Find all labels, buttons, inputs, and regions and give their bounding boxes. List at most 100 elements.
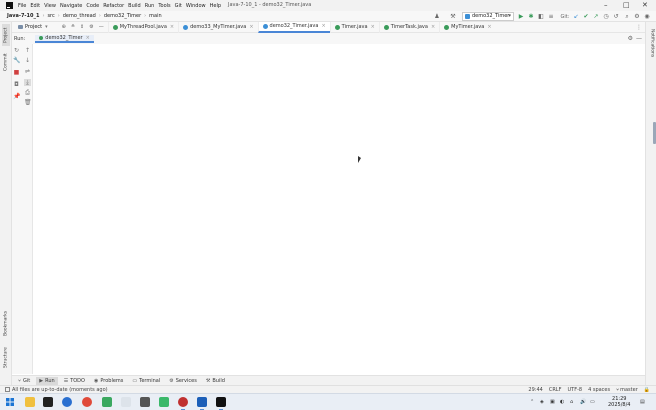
windows-start-icon[interactable] bbox=[5, 397, 15, 407]
camera-icon[interactable]: ◘ bbox=[13, 81, 20, 88]
history-icon[interactable]: ◷ bbox=[603, 14, 609, 20]
app-diamond-icon[interactable] bbox=[159, 397, 169, 407]
edge-browser-icon[interactable] bbox=[62, 397, 72, 407]
tool-button-run[interactable]: ▶ Run bbox=[36, 376, 58, 385]
app-icon[interactable] bbox=[43, 397, 53, 407]
git-push-icon[interactable]: ↗ bbox=[593, 14, 599, 20]
intellij-idea-icon[interactable] bbox=[216, 397, 226, 410]
git-update-icon[interactable]: ↙ bbox=[573, 14, 579, 20]
gear-icon[interactable]: ⚙ bbox=[628, 35, 633, 42]
chrome-browser-icon[interactable] bbox=[82, 397, 92, 407]
trash-icon[interactable]: 🗑 bbox=[24, 99, 32, 106]
status-message[interactable]: All files are up-to-date (moments ago) bbox=[12, 387, 108, 393]
run-configuration-selector[interactable]: demo32_Timer ▾ bbox=[462, 12, 514, 21]
feather-icon[interactable] bbox=[121, 397, 131, 407]
menu-build[interactable]: Build bbox=[128, 3, 141, 9]
close-button[interactable]: ✕ bbox=[642, 1, 648, 10]
debug-icon[interactable]: ✱ bbox=[528, 14, 534, 20]
layout-toggle-icon[interactable] bbox=[5, 387, 10, 392]
soft-wrap-icon[interactable]: ⇌ bbox=[24, 68, 31, 75]
menu-code[interactable]: Code bbox=[86, 3, 99, 9]
tool-button-build[interactable]: ⚒ Build bbox=[203, 377, 228, 385]
tool-tab-project[interactable]: Project bbox=[2, 24, 10, 46]
app-green-icon[interactable] bbox=[102, 397, 112, 407]
collapse-icon[interactable]: ≚ bbox=[71, 24, 75, 30]
menu-refactor[interactable]: Refactor bbox=[103, 3, 124, 9]
menu-navigate[interactable]: Navigate bbox=[60, 3, 82, 9]
app-dark-icon[interactable] bbox=[140, 397, 150, 407]
network-icon[interactable]: ⌂ bbox=[570, 399, 573, 405]
tray-app-icon[interactable]: ◈ bbox=[540, 399, 544, 405]
coverage-icon[interactable]: ◧ bbox=[538, 14, 544, 20]
run-tab[interactable]: demo32_Timer × bbox=[35, 34, 94, 43]
git-commit-icon[interactable]: ✔ bbox=[583, 14, 589, 20]
close-icon[interactable]: × bbox=[249, 24, 253, 30]
minimize-panel-icon[interactable]: — bbox=[636, 35, 642, 42]
menu-git[interactable]: Git bbox=[175, 3, 182, 9]
tray-app-icon[interactable]: ▣ bbox=[550, 399, 555, 405]
app-blue-icon[interactable] bbox=[197, 397, 207, 410]
stop-icon[interactable]: ■ bbox=[13, 69, 20, 76]
battery-icon[interactable]: ▭ bbox=[590, 399, 595, 405]
menu-run[interactable]: Run bbox=[145, 3, 155, 9]
print-icon[interactable]: ⎙ bbox=[24, 89, 31, 96]
tray-app-icon[interactable]: ◐ bbox=[560, 399, 564, 405]
menu-view[interactable]: View bbox=[44, 3, 56, 9]
breadcrumb-method[interactable]: main bbox=[149, 13, 162, 19]
more-tabs-icon[interactable]: ⋮ bbox=[636, 24, 642, 31]
tool-button-todo[interactable]: ☰ TODO bbox=[61, 377, 88, 385]
menu-file[interactable]: File bbox=[18, 3, 26, 9]
rollback-icon[interactable]: ↺ bbox=[613, 14, 619, 20]
close-icon[interactable]: × bbox=[371, 24, 375, 30]
down-icon[interactable]: ↓ bbox=[24, 57, 31, 64]
tool-button-problems[interactable]: ◉ Problems bbox=[91, 377, 126, 385]
close-icon[interactable]: × bbox=[321, 23, 325, 29]
console-output[interactable] bbox=[34, 44, 645, 374]
close-icon[interactable]: × bbox=[431, 24, 435, 30]
breadcrumb-project[interactable]: Java-7-10_1 bbox=[7, 13, 39, 19]
recorder-icon[interactable] bbox=[178, 397, 188, 410]
gear-icon[interactable]: ⚙ bbox=[89, 24, 93, 30]
wrench-icon[interactable]: 🔧 bbox=[13, 57, 20, 64]
system-clock[interactable]: 21:29 2025/8/4 bbox=[608, 396, 630, 408]
chevron-up-icon[interactable]: ⌃ bbox=[530, 399, 534, 405]
up-icon[interactable]: ↑ bbox=[24, 47, 31, 54]
project-view-selector[interactable]: Project ▾ bbox=[18, 24, 48, 30]
editor-tab[interactable]: Timer.java × bbox=[329, 21, 379, 33]
hide-icon[interactable]: — bbox=[99, 24, 104, 30]
menu-help[interactable]: Help bbox=[210, 3, 221, 9]
editor-tab[interactable]: TimerTask.java × bbox=[378, 21, 439, 33]
close-icon[interactable]: × bbox=[170, 24, 174, 30]
menu-edit[interactable]: Edit bbox=[30, 3, 40, 9]
user-icon[interactable]: ♟ bbox=[434, 14, 440, 20]
tool-button-terminal[interactable]: ▭ Terminal bbox=[129, 377, 163, 385]
more-actions-icon[interactable]: ≡ bbox=[548, 14, 554, 20]
maximize-button[interactable]: □ bbox=[623, 1, 630, 10]
target-icon[interactable]: ⊕ bbox=[62, 24, 66, 30]
expand-icon[interactable]: ⇕ bbox=[80, 24, 84, 30]
tool-tab-commit[interactable]: Commit bbox=[2, 50, 10, 74]
editor-tab[interactable]: demo33_MyTimer.java × bbox=[178, 21, 257, 33]
pin-icon[interactable]: 📌 bbox=[13, 93, 20, 100]
run-icon[interactable]: ▶ bbox=[518, 14, 524, 20]
rerun-icon[interactable]: ↻ bbox=[13, 47, 20, 54]
breadcrumb-src[interactable]: src bbox=[47, 13, 54, 19]
editor-tab[interactable]: MyTimer.java × bbox=[439, 21, 495, 33]
menu-tools[interactable]: Tools bbox=[158, 3, 170, 9]
hammer-icon[interactable]: ⚒ bbox=[450, 14, 456, 20]
close-icon[interactable]: × bbox=[487, 24, 491, 30]
tool-button-services[interactable]: ⚙ Services bbox=[166, 377, 200, 385]
close-icon[interactable]: × bbox=[86, 35, 90, 41]
menu-window[interactable]: Window bbox=[186, 3, 206, 9]
tool-tab-structure[interactable]: Structure bbox=[2, 344, 10, 372]
minimize-button[interactable]: – bbox=[604, 1, 608, 10]
settings-icon[interactable]: ⚙ bbox=[634, 14, 640, 20]
notification-icon[interactable]: ▤ bbox=[640, 399, 645, 405]
volume-icon[interactable]: 🔊 bbox=[580, 399, 586, 405]
editor-tab-active[interactable]: demo32_Timer.java × bbox=[257, 21, 330, 33]
breadcrumb-class[interactable]: demo32_Timer bbox=[104, 13, 141, 19]
tool-tab-bookmarks[interactable]: Bookmarks bbox=[2, 307, 10, 339]
file-explorer-icon[interactable] bbox=[25, 397, 35, 407]
editor-tab[interactable]: MyThreadPool.java × bbox=[107, 21, 178, 33]
scroll-to-end-icon[interactable]: ⤓ bbox=[24, 79, 31, 86]
